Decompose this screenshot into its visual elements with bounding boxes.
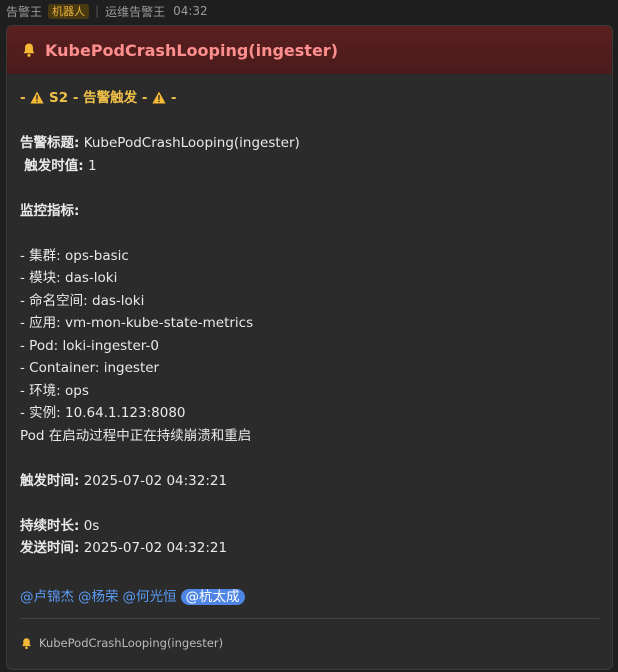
alert-title-value: KubePodCrashLooping(ingester) [79,135,300,151]
metric-item: - Container: ingester [20,357,599,380]
metric-label: - Container: [20,360,100,376]
metric-item: - 命名空间: das-loki [20,290,599,313]
severity-text: S2 - 告警触发 - [44,90,153,106]
bell-icon [21,42,37,58]
mention-link[interactable]: @何光恒 [123,589,177,605]
alert-title-line: 告警标题: KubePodCrashLooping(ingester) [20,132,599,155]
trigger-time-label: 触发时间: [20,472,80,489]
metric-value: vm-mon-kube-state-metrics [60,315,254,331]
metric-label: - 环境: [20,382,61,399]
mentions-line: @卢锦杰 @杨荣 @何光恒 @杭太成 [20,586,599,609]
message-time: 04:32 [173,4,208,18]
duration-value: 0s [79,517,100,534]
sender-name[interactable]: 告警王 [6,3,42,20]
trigger-time-line: 触发时间: 2025-07-02 04:32:21 [20,470,599,493]
duration-label: 持续时长: [20,517,80,534]
metric-item: - Pod: loki-ingester-0 [20,335,599,358]
trigger-time-value: 2025-07-02 04:32:21 [79,472,228,489]
card-divider [20,618,599,619]
footer-title: KubePodCrashLooping(ingester) [39,636,224,650]
mention-link[interactable]: @杨荣 [78,589,119,605]
metric-value: das-loki [60,270,118,286]
metric-value: ops [60,382,89,399]
metric-value: das-loki [87,292,145,309]
trigger-threshold-line: 触发时值: 1 [20,155,599,178]
group-sender-name[interactable]: 运维告警王 [105,3,165,20]
trigger-threshold-label: 触发时值: [24,157,84,174]
metric-item: - 应用: vm-mon-kube-state-metrics [20,312,599,335]
alert-card[interactable]: KubePodCrashLooping(ingester) - S2 - 告警触… [6,25,613,670]
mention-link[interactable]: @卢锦杰 [20,589,74,605]
alert-title-label: 告警标题: [20,135,80,151]
card-footer: KubePodCrashLooping(ingester) [20,636,223,650]
metric-item: - 模块: das-loki [20,267,599,290]
separator: | [95,4,100,18]
severity-line: - S2 - 告警触发 - - [20,87,599,110]
metric-item: - 实例: 10.64.1.123:8080 [20,402,599,425]
severity-suffix: - [166,90,177,106]
send-time-value: 2025-07-02 04:32:21 [79,540,228,556]
metric-label: - 应用: [20,315,61,331]
metric-label: - 命名空间: [20,292,88,309]
metric-label: - 模块: [20,270,61,286]
severity-prefix: - [20,90,31,106]
metric-value: loki-ingester-0 [58,337,159,354]
bot-badge: 机器人 [48,3,90,19]
metric-item: - 集群: ops-basic [20,245,599,268]
alert-description: Pod 在启动过程中正在持续崩溃和重启 [20,427,252,444]
metric-value: ingester [99,360,160,376]
card-body: - S2 - 告警触发 - - 告警标题: KubePodCrashLoopin… [7,87,612,609]
metric-value: ops-basic [60,247,129,264]
card-header: KubePodCrashLooping(ingester) [7,26,612,74]
metric-label: - 集群: [20,247,61,264]
warning-icon [30,89,44,104]
bell-icon [20,637,33,650]
metric-value: 10.64.1.123:8080 [60,405,186,421]
send-time-line: 发送时间: 2025-07-02 04:32:21 [20,537,599,560]
mention-self-badge[interactable]: @杭太成 [180,589,245,605]
warning-icon [152,89,166,104]
trigger-threshold-value: 1 [83,157,97,174]
metric-label: - 实例: [20,405,61,421]
duration-line: 持续时长: 0s [20,515,599,538]
send-time-label: 发送时间: [20,540,80,556]
message-header: 告警王 机器人 | 运维告警王 04:32 [0,0,618,22]
metric-label: - Pod: [20,337,59,354]
card-title: KubePodCrashLooping(ingester) [45,40,339,60]
metrics-label: 监控指标: [20,202,80,219]
metric-item: - 环境: ops [20,380,599,403]
